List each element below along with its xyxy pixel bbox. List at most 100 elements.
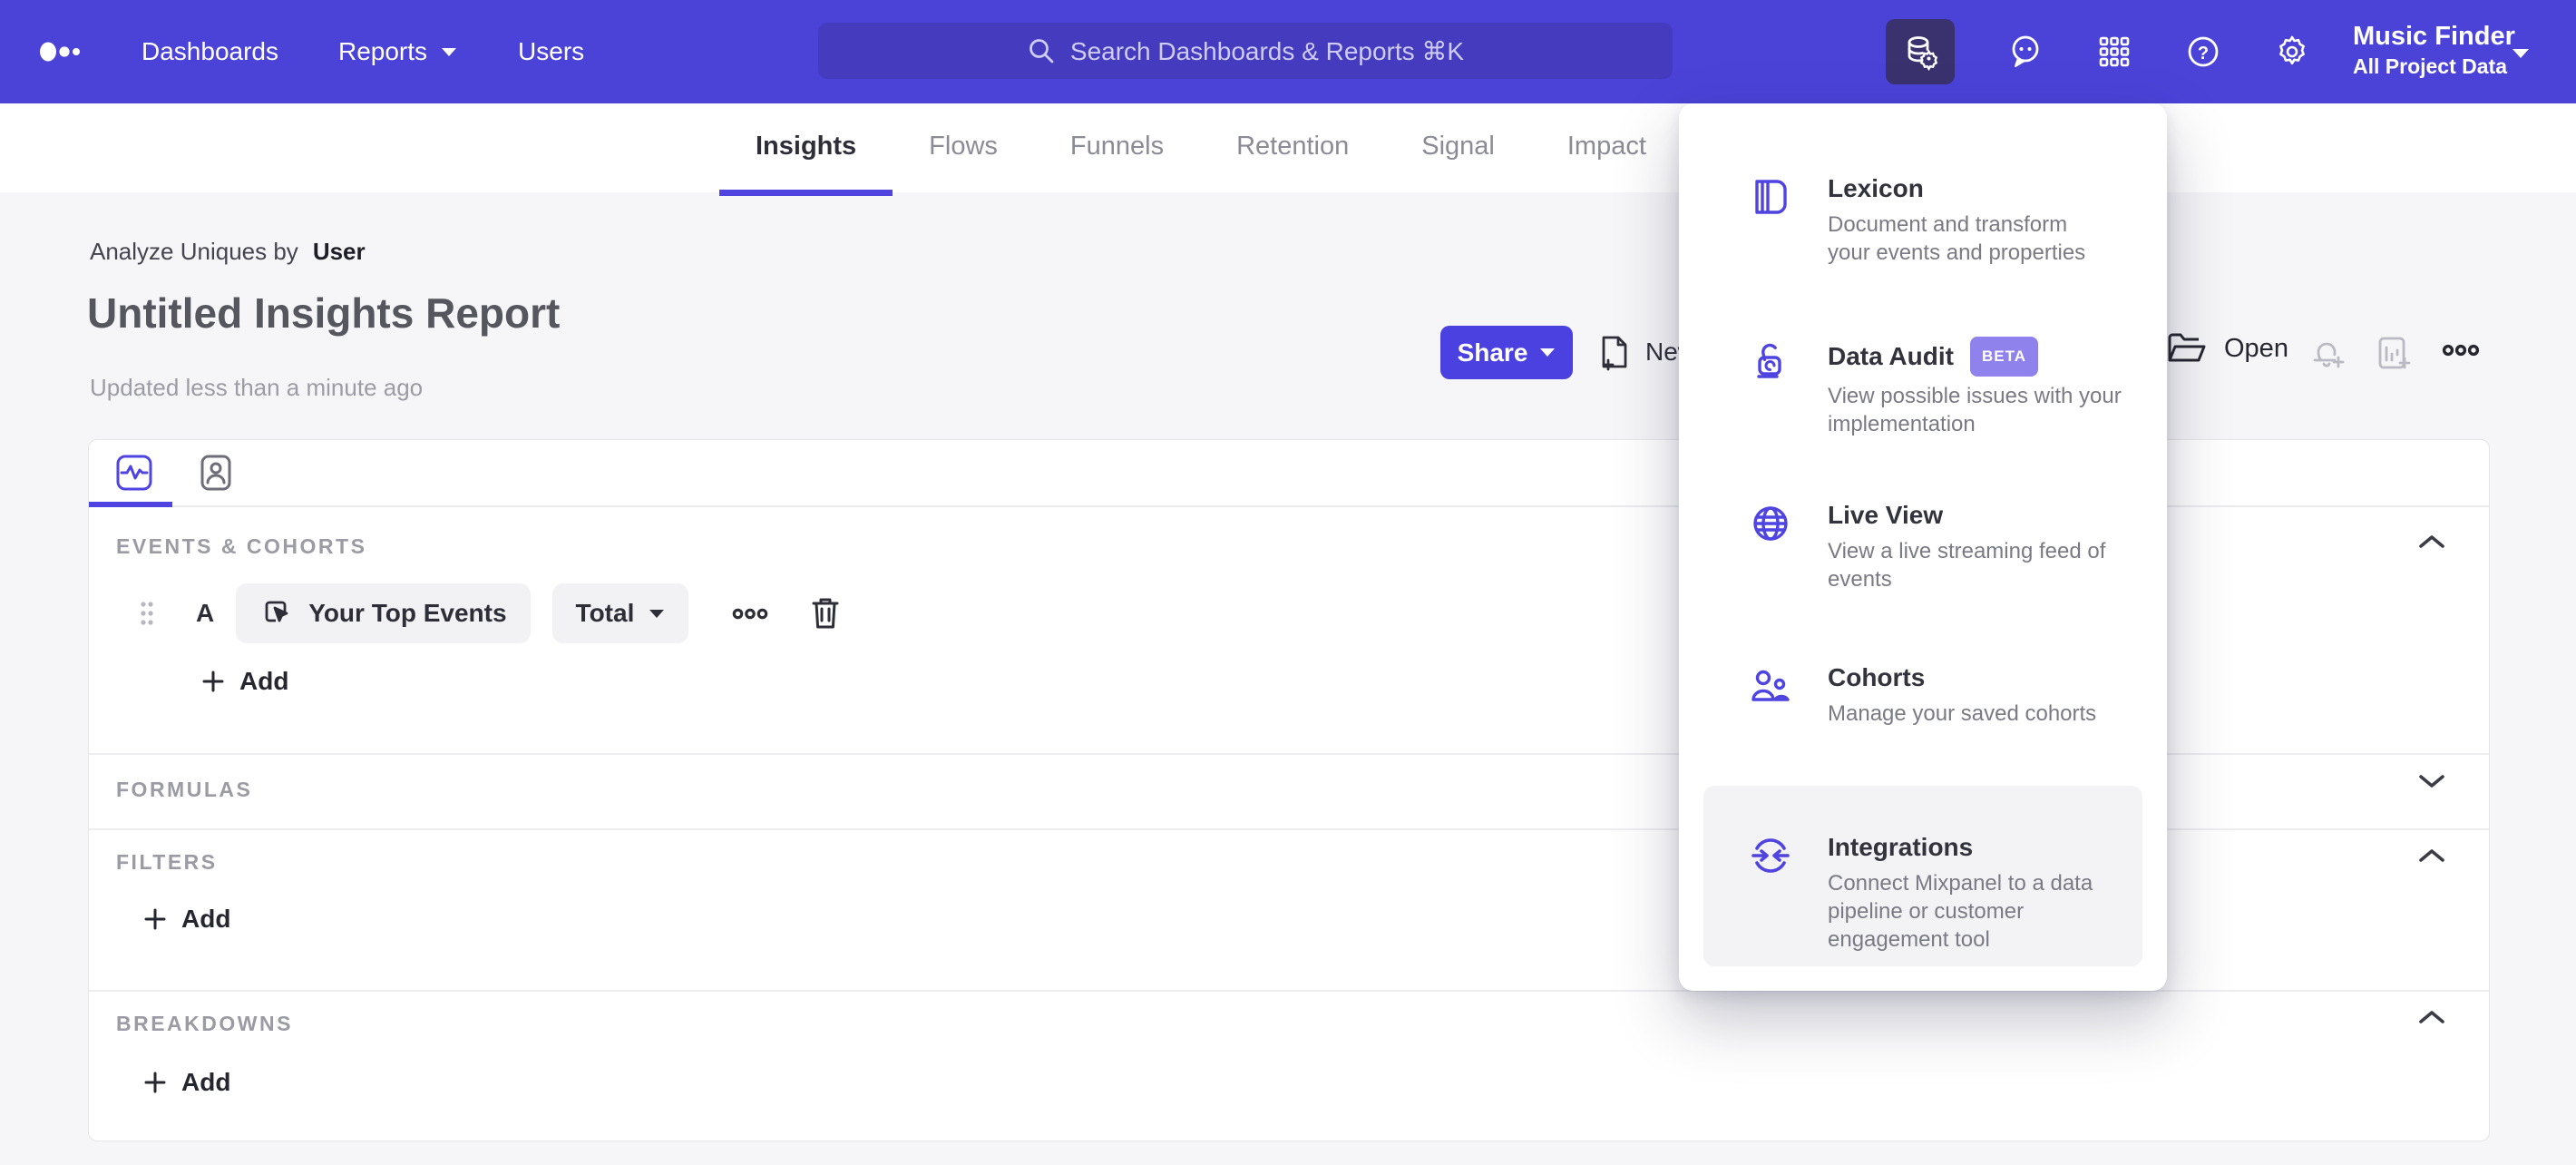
nav-users[interactable]: Users (518, 37, 584, 66)
lock-audit-icon (1750, 340, 1791, 382)
open-report-button[interactable]: Open (2166, 330, 2288, 367)
apps-grid-icon (2098, 35, 2131, 68)
profile-card-icon (196, 453, 236, 493)
menu-item-description: View a live streaming feed of events (1828, 539, 2106, 592)
tab-signal[interactable]: Signal (1385, 103, 1531, 196)
bell-plus-icon (2308, 334, 2348, 374)
mixpanel-app: Dashboards Reports Users Search Dashboar… (0, 0, 2576, 1165)
filters-collapse-chevron-up-icon[interactable] (2416, 847, 2447, 865)
active-tab-underline (89, 502, 172, 507)
add-to-board-button[interactable] (2375, 334, 2415, 374)
analyze-value-dropdown[interactable]: User (313, 238, 366, 266)
settings-button[interactable] (2274, 34, 2310, 70)
tab-user-profiles[interactable] (196, 453, 236, 493)
nav-reports[interactable]: Reports (338, 37, 458, 66)
breakdowns-header: BREAKDOWNS (116, 1012, 293, 1035)
search-input[interactable]: Search Dashboards & Reports ⌘K (818, 23, 1673, 79)
plus-icon (143, 907, 167, 931)
event-name: Your Top Events (308, 599, 507, 627)
menu-item-description: View possible issues with your implement… (1828, 384, 2122, 436)
globe-icon (1750, 503, 1791, 544)
menu-item-title: Live View (1828, 501, 1944, 529)
delete-event-trash-icon[interactable] (810, 595, 841, 631)
folder-open-icon (2166, 330, 2208, 367)
tab-flows[interactable]: Flows (893, 103, 1034, 196)
tab-insights[interactable]: Insights (719, 103, 893, 196)
analyze-label: Analyze Uniques by (90, 238, 298, 265)
top-nav: Dashboards Reports Users Search Dashboar… (0, 0, 2576, 103)
menu-item-cohorts[interactable]: Cohorts Manage your saved cohorts (1750, 661, 2096, 728)
menu-item-title: Integrations (1828, 833, 1974, 861)
drag-handle-icon[interactable] (140, 600, 154, 627)
pulse-chart-icon (114, 453, 154, 493)
add-event-button[interactable]: Add (201, 667, 288, 696)
tab-impact[interactable]: Impact (1531, 103, 1683, 196)
menu-item-integrations[interactable]: Integrations Connect Mixpanel to a data … (1703, 786, 2142, 966)
data-management-button[interactable] (1886, 19, 1955, 84)
report-title[interactable]: Untitled Insights Report (87, 289, 560, 338)
project-name: Music Finder (2353, 22, 2515, 51)
tab-retention[interactable]: Retention (1200, 103, 1385, 196)
nav-icon-group: ? (1886, 0, 2310, 103)
plus-icon (143, 1071, 167, 1094)
search-icon (1027, 36, 1056, 65)
help-button[interactable]: ? (2185, 34, 2221, 70)
menu-item-lexicon[interactable]: Lexicon Document and transform your even… (1750, 172, 2095, 267)
events-cohorts-header: EVENTS & COHORTS (116, 534, 367, 558)
event-select-button[interactable]: Your Top Events (236, 583, 531, 643)
share-button[interactable]: Share (1440, 326, 1573, 379)
nav-dashboards-label: Dashboards (141, 37, 278, 65)
help-icon: ? (2185, 34, 2221, 70)
menu-item-title: Lexicon (1828, 174, 1924, 202)
svg-text:?: ? (2198, 44, 2209, 64)
event-more-options-icon[interactable] (732, 607, 768, 621)
project-caret-down-icon[interactable] (2511, 47, 2531, 59)
filters-header: FILTERS (116, 850, 218, 874)
nav-users-label: Users (518, 37, 585, 65)
database-gear-icon (1901, 33, 1939, 71)
metric-select-button[interactable]: Total (551, 583, 689, 643)
tab-metrics-chart[interactable] (114, 453, 154, 493)
add-breakdown-label: Add (181, 1068, 231, 1096)
create-alert-button[interactable] (2308, 334, 2348, 374)
data-management-menu: Lexicon Document and transform your even… (1679, 103, 2167, 991)
share-caret-down-icon (1539, 348, 1556, 357)
events-collapse-chevron-up-icon[interactable] (2416, 533, 2447, 551)
menu-item-title: Data Audit (1828, 342, 1954, 370)
tab-funnels[interactable]: Funnels (1034, 103, 1200, 196)
event-row-a: A Your Top Events Total (140, 583, 841, 643)
add-filter-label: Add (181, 905, 231, 933)
menu-item-description: Manage your saved cohorts (1828, 701, 2097, 726)
project-scope: All Project Data (2353, 54, 2507, 78)
project-switcher[interactable]: Music Finder All Project Data (2353, 20, 2515, 80)
add-filter-button[interactable]: Add (143, 905, 230, 934)
plus-icon (201, 670, 225, 693)
cohort-users-icon (1750, 665, 1791, 707)
primary-nav: Dashboards Reports Users (141, 0, 584, 103)
menu-item-description: Document and transform your events and p… (1828, 212, 2086, 265)
nav-dashboards[interactable]: Dashboards (141, 37, 278, 66)
report-more-button[interactable] (2442, 343, 2480, 357)
more-options-icon (2442, 343, 2480, 357)
integrations-sync-icon (1750, 835, 1791, 876)
document-plus-icon (1596, 332, 1633, 372)
feedback-bubble-icon (2008, 34, 2043, 70)
apps-grid-button[interactable] (2096, 34, 2132, 70)
mixpanel-logo-icon[interactable] (40, 42, 82, 62)
menu-item-data-audit[interactable]: Data Audit BETA View possible issues wit… (1750, 337, 2136, 438)
report-tabs: Insights Flows Funnels Retention Signal … (719, 103, 1683, 196)
metric-label: Total (575, 599, 635, 627)
search-placeholder: Search Dashboards & Reports ⌘K (1069, 36, 1465, 65)
breakdowns-collapse-chevron-up-icon[interactable] (2416, 1008, 2447, 1026)
report-tabbar: Insights Flows Funnels Retention Signal … (0, 103, 2576, 196)
add-event-label: Add (239, 667, 289, 695)
caret-down-icon (440, 46, 458, 57)
menu-item-live-view[interactable]: Live View View a live streaming feed of … (1750, 499, 2132, 593)
feedback-button[interactable] (2007, 34, 2044, 70)
lexicon-book-icon (1750, 176, 1791, 218)
updated-timestamp: Updated less than a minute ago (90, 374, 424, 401)
formulas-expand-chevron-down-icon[interactable] (2416, 772, 2447, 790)
gear-icon (2274, 34, 2310, 70)
menu-item-title: Cohorts (1828, 663, 1926, 691)
add-breakdown-button[interactable]: Add (143, 1068, 230, 1097)
